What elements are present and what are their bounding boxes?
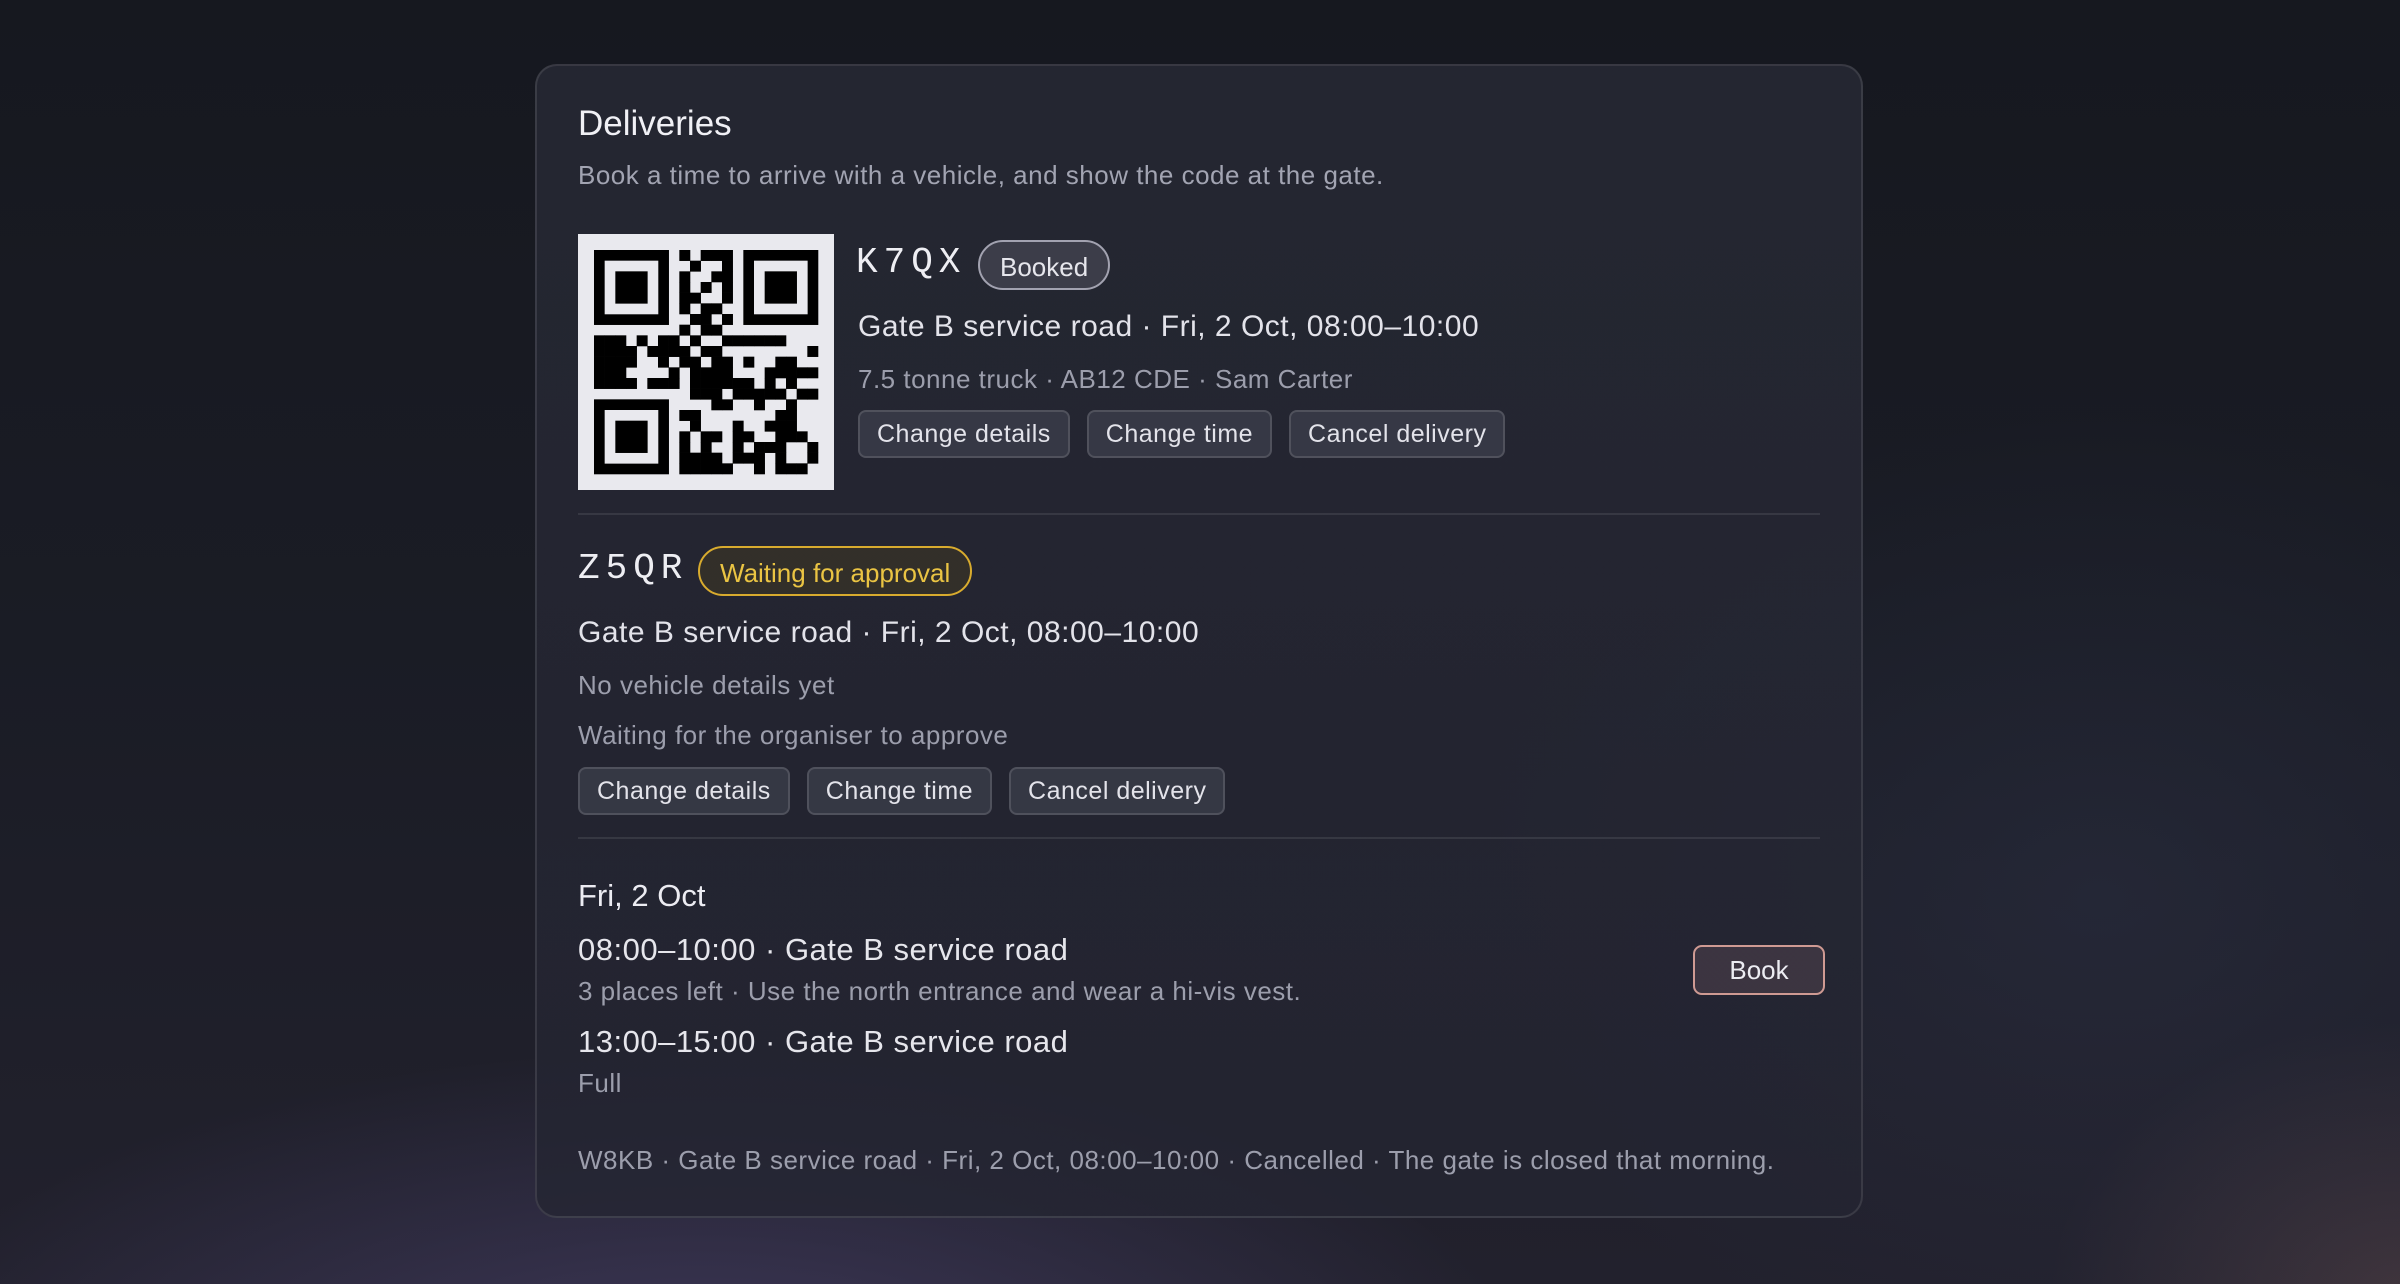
slot-title: 13:00–15:00 · Gate B service road (578, 1024, 1069, 1059)
divider (578, 513, 1820, 515)
slot-title: 08:00–10:00 · Gate B service road (578, 932, 1069, 967)
change-time-button[interactable]: Change time (806, 767, 993, 815)
booking-route: Gate B service road · Fri, 2 Oct, 08:00–… (858, 310, 1480, 343)
change-details-button[interactable]: Change details (858, 410, 1070, 458)
schedule-day: Fri, 2 Oct (578, 878, 706, 913)
booking-code: Z5QR (578, 548, 689, 589)
deliveries-card: Deliveries Book a time to arrive with a … (535, 64, 1863, 1218)
booking-vehicle: No vehicle details yet (578, 670, 835, 700)
cancelled-booking-note: W8KB · Gate B service road · Fri, 2 Oct,… (578, 1145, 1775, 1175)
booking-vehicle: 7.5 tonne truck · AB12 CDE · Sam Carter (858, 364, 1353, 394)
book-button[interactable]: Book (1693, 945, 1825, 995)
change-time-button[interactable]: Change time (1086, 410, 1273, 458)
qr-code-icon (578, 234, 834, 490)
page-subtitle: Book a time to arrive with a vehicle, an… (578, 160, 1384, 190)
slot-detail: Full (578, 1068, 622, 1098)
cancel-delivery-button[interactable]: Cancel delivery (1289, 410, 1506, 458)
booking-route: Gate B service road · Fri, 2 Oct, 08:00–… (578, 616, 1200, 649)
status-badge: Booked (978, 240, 1111, 290)
approval-note: Waiting for the organiser to approve (578, 720, 1009, 750)
slot-detail: 3 places left · Use the north entrance a… (578, 976, 1302, 1006)
status-badge: Waiting for approval (698, 546, 973, 596)
change-details-button[interactable]: Change details (578, 767, 790, 815)
booking-code: K7QX (856, 242, 967, 283)
page-title: Deliveries (578, 104, 732, 143)
divider (578, 837, 1820, 839)
booking-actions: Change details Change time Cancel delive… (578, 767, 1226, 815)
booking-actions: Change details Change time Cancel delive… (858, 410, 1506, 458)
cancel-delivery-button[interactable]: Cancel delivery (1009, 767, 1226, 815)
